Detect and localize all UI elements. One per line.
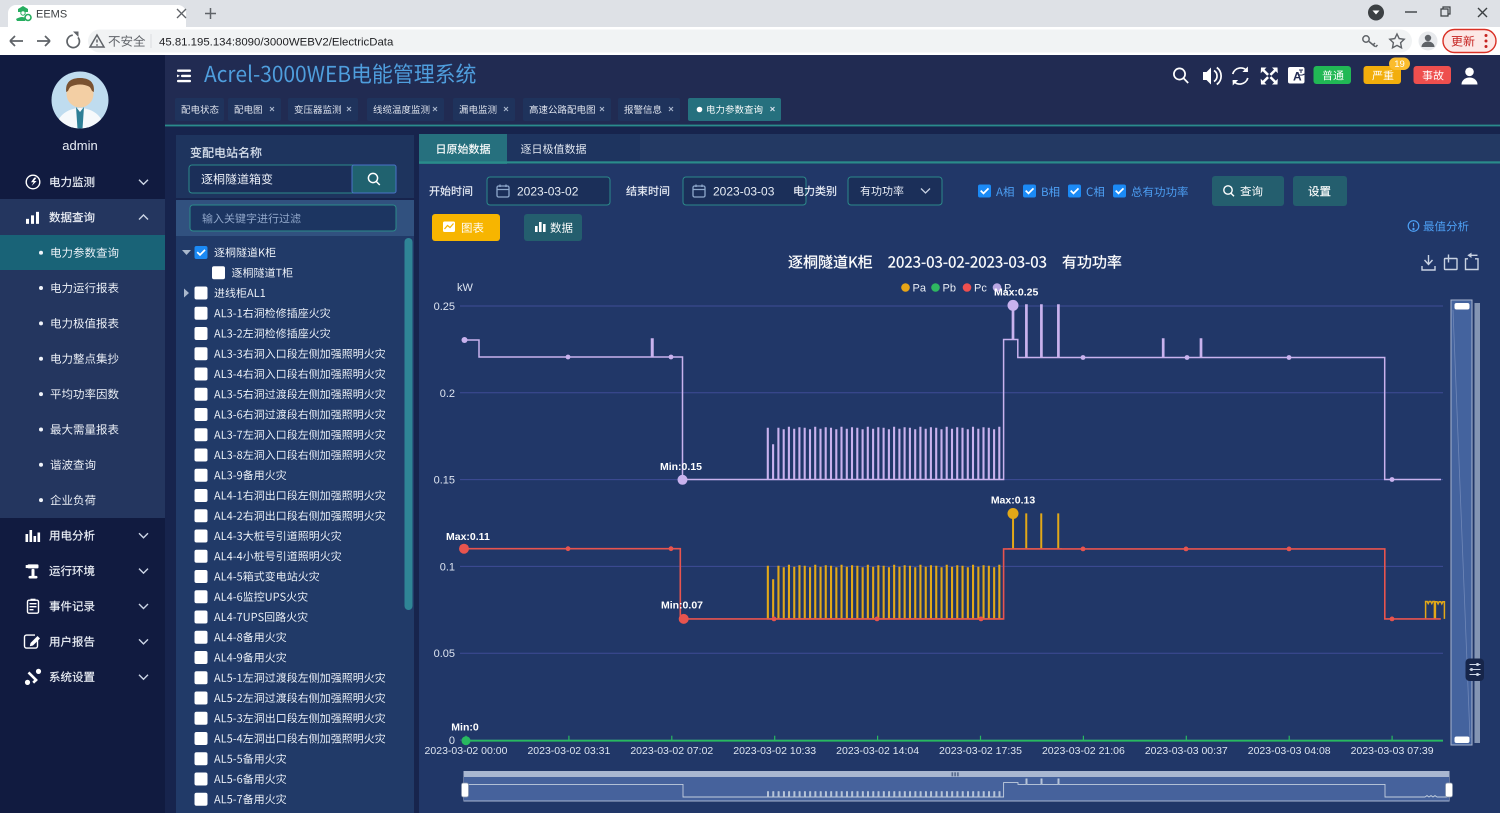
svg-text:Pb: Pb bbox=[943, 283, 956, 295]
svg-text:2023-03-02 07:02: 2023-03-02 07:02 bbox=[630, 745, 713, 757]
svg-text:admin: admin bbox=[62, 138, 97, 153]
svg-text:Pa: Pa bbox=[913, 283, 927, 295]
svg-text:2023-03-02 17:35: 2023-03-02 17:35 bbox=[939, 745, 1022, 757]
svg-text:2023-03-02 10:33: 2023-03-02 10:33 bbox=[733, 745, 816, 757]
svg-text:A: A bbox=[1293, 70, 1302, 84]
svg-text:Max:0.11: Max:0.11 bbox=[446, 531, 490, 543]
svg-text:Min:0.15: Min:0.15 bbox=[660, 461, 702, 473]
svg-text:0.25: 0.25 bbox=[434, 301, 455, 313]
svg-text:2023-03-03 00:37: 2023-03-03 00:37 bbox=[1145, 745, 1228, 757]
svg-text:Min:0: Min:0 bbox=[451, 722, 479, 734]
svg-text:2023-03-03: 2023-03-03 bbox=[713, 185, 775, 199]
svg-text:2023-03-03 04:08: 2023-03-03 04:08 bbox=[1248, 745, 1331, 757]
svg-text:2023-03-02 21:06: 2023-03-02 21:06 bbox=[1042, 745, 1125, 757]
svg-text:0.15: 0.15 bbox=[434, 475, 455, 487]
svg-text:0.2: 0.2 bbox=[440, 388, 455, 400]
svg-text:2023-03-02 14:04: 2023-03-02 14:04 bbox=[836, 745, 919, 757]
svg-text:Pc: Pc bbox=[974, 283, 987, 295]
svg-text:kW: kW bbox=[457, 282, 474, 294]
svg-text:0.1: 0.1 bbox=[440, 561, 455, 573]
svg-text:Max:0.13: Max:0.13 bbox=[991, 495, 1036, 507]
svg-text:0.05: 0.05 bbox=[434, 648, 455, 660]
svg-text:2023-03-02 00:00: 2023-03-02 00:00 bbox=[425, 745, 508, 757]
svg-text:45.81.195.134:8090/3000WEBV2/E: 45.81.195.134:8090/3000WEBV2/ElectricDat… bbox=[159, 37, 394, 49]
svg-text:19: 19 bbox=[1394, 59, 1405, 70]
svg-text:2023-03-02: 2023-03-02 bbox=[517, 185, 579, 199]
svg-text:2023-03-02 03:31: 2023-03-02 03:31 bbox=[527, 745, 610, 757]
svg-text:2023-03-03 07:39: 2023-03-03 07:39 bbox=[1351, 745, 1434, 757]
svg-text:Max:0.25: Max:0.25 bbox=[994, 287, 1039, 299]
svg-text:EEMS: EEMS bbox=[36, 9, 67, 21]
svg-text:Min:0.07: Min:0.07 bbox=[661, 600, 703, 612]
